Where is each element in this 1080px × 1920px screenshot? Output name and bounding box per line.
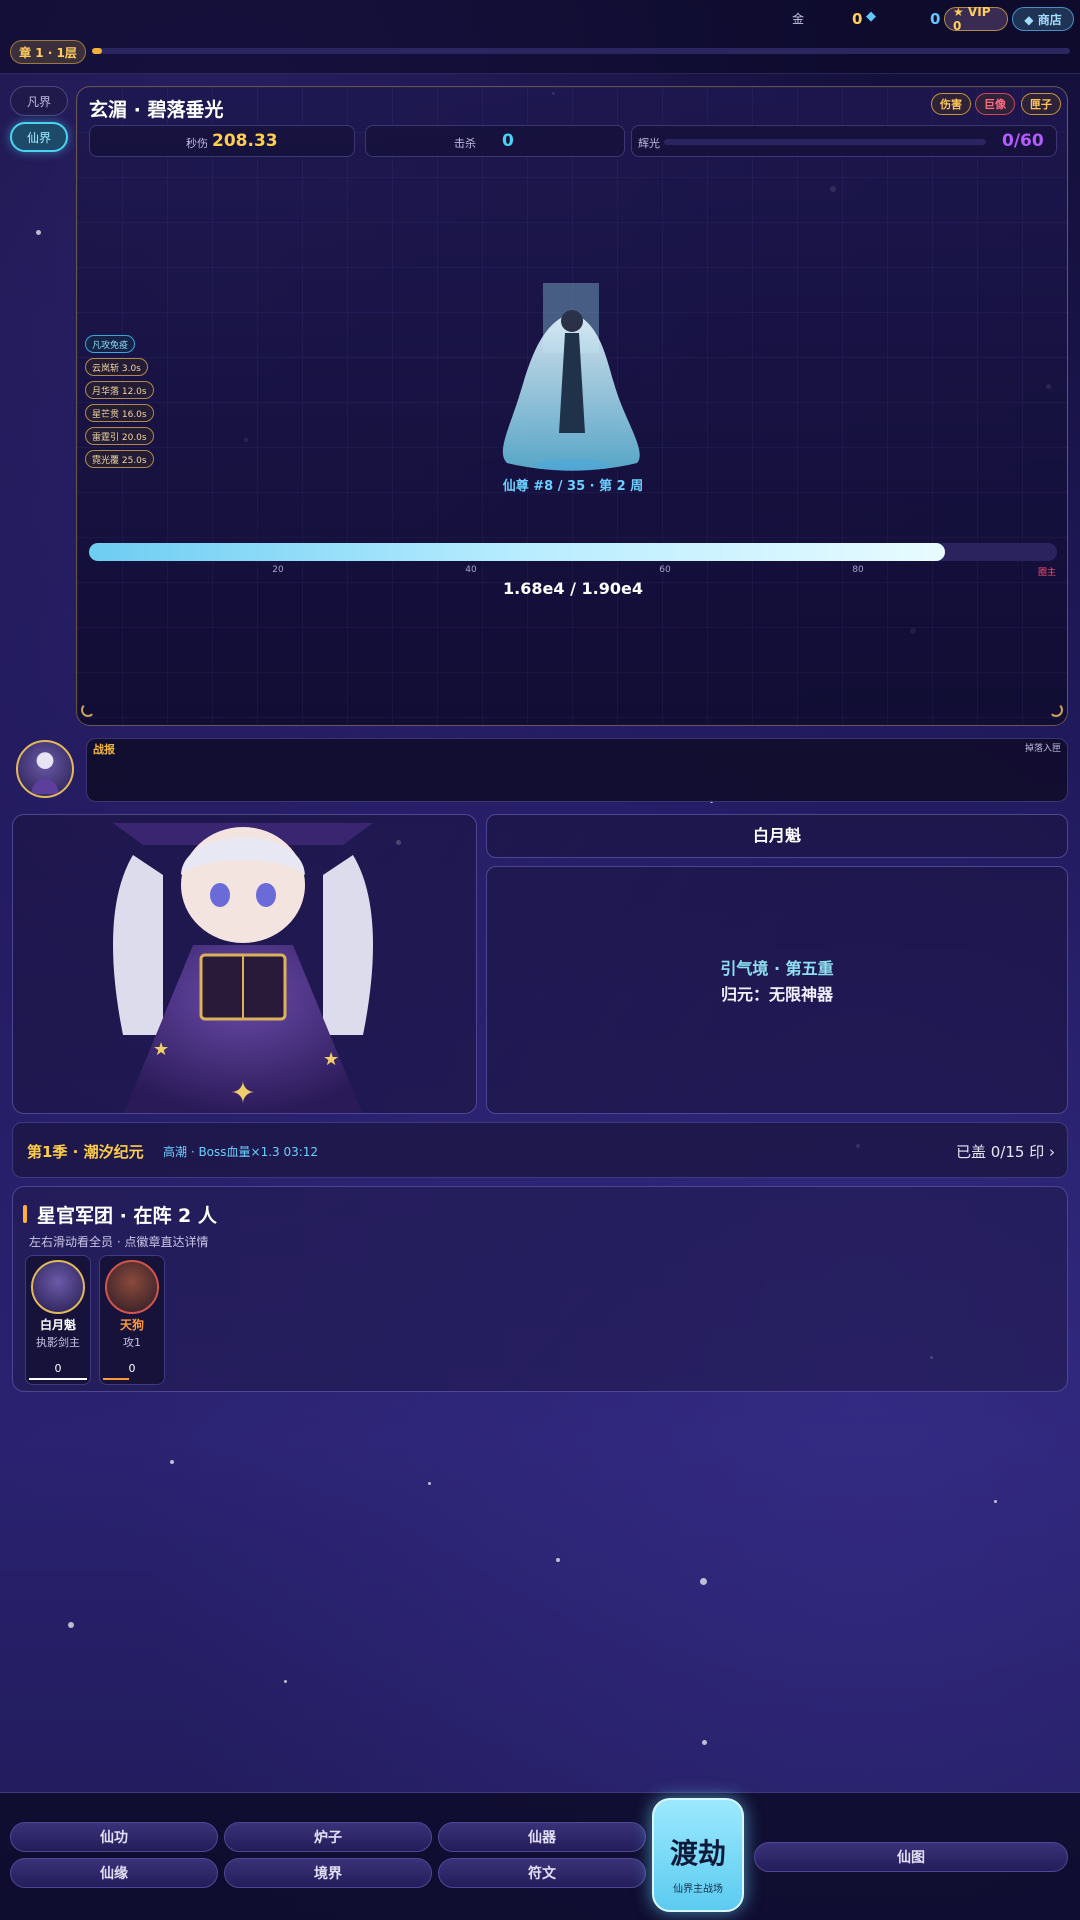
gem-icon: ◆: [866, 9, 876, 24]
tag-giant[interactable]: 巨像: [975, 93, 1015, 115]
boss-hp-fill: [89, 543, 945, 561]
player-avatar[interactable]: [16, 740, 74, 798]
gold-label: 金: [792, 12, 805, 26]
dps-value: 208.33: [212, 131, 278, 151]
member-avatar: [105, 1260, 159, 1314]
chapter-progress-fill: [92, 48, 102, 54]
buff-skill-1: 云岚斩 3.0s: [85, 358, 148, 376]
season-seal-count: 已盖 0/15 印 ›: [956, 1143, 1055, 1161]
member-role: 执影剑主: [36, 1336, 80, 1349]
army-panel[interactable]: 星官军团 · 在阵 2 人 左右滑动看全员 · 点徽章直达详情 白月魁 执影剑主…: [12, 1186, 1068, 1392]
nav-realm-button[interactable]: 境界: [224, 1858, 432, 1888]
season-title: 第1季 · 潮汐纪元: [27, 1143, 144, 1161]
dps-label: 秒伤: [186, 137, 208, 150]
buff-skill-3: 星芒贯 16.0s: [85, 404, 154, 422]
tag-box[interactable]: 匣子: [1021, 93, 1061, 115]
army-member-card[interactable]: 白月魁 执影剑主 0: [25, 1255, 91, 1385]
battle-report-title: 战报: [93, 743, 115, 756]
tag-damage[interactable]: 伤害: [931, 93, 971, 115]
buff-mortal-immune: 凡攻免疫: [85, 335, 136, 353]
glow-label: 辉光: [638, 137, 660, 150]
tribulation-main-button[interactable]: 渡劫 仙界主战场: [652, 1798, 744, 1912]
battle-panel[interactable]: 玄湄 · 碧落垂光 伤害 巨像 匣子 秒伤 208.33 击杀 0 辉光 0/6…: [76, 86, 1068, 726]
character-portrait: ✦ ★ ★: [113, 823, 373, 1113]
kills-label: 击杀: [454, 137, 476, 150]
glow-progress-track: [664, 139, 986, 145]
dps-stat: 秒伤 208.33: [89, 125, 355, 157]
gem-value: 0: [930, 10, 941, 28]
battle-report-panel[interactable]: 战报 掉落入匣: [86, 738, 1068, 802]
hp-tick-80: 80: [852, 565, 864, 575]
svg-text:★: ★: [153, 1039, 169, 1060]
member-role: 攻1: [123, 1336, 141, 1349]
corner-ornament: [81, 703, 95, 717]
boss-hp-text: 1.68e4 / 1.90e4: [503, 579, 643, 598]
army-member-card[interactable]: 天狗 攻1 0: [99, 1255, 165, 1385]
kills-stat: 击杀 0: [365, 125, 625, 157]
hp-tick-60: 60: [659, 565, 671, 575]
glow-stat: 辉光 0/60: [631, 125, 1057, 157]
corner-ornament: [1049, 703, 1063, 717]
cultivation-realm: 引气境 · 第五重: [720, 959, 834, 978]
vip-button[interactable]: ★ VIP 0: [944, 5, 1008, 33]
boss-hp-track: [89, 543, 1057, 561]
nav-rune-button[interactable]: 符文: [438, 1858, 646, 1888]
buff-skill-5: 霓光覆 25.0s: [85, 450, 154, 468]
army-subtitle: 左右滑动看全员 · 点徽章直达详情: [29, 1235, 209, 1249]
chapter-badge[interactable]: 章 1 · 1层: [10, 40, 86, 64]
member-name: 白月魁: [39, 1318, 76, 1332]
season-subtitle: 高潮 · Boss血量×1.3 03:12: [163, 1145, 319, 1159]
character-info-panel: 引气境 · 第五重 归元：无限神器: [486, 866, 1068, 1114]
gold-value: 0: [852, 10, 863, 28]
drop-to-box-label: 掉落入匣: [1024, 744, 1061, 754]
boss-name: 玄湄 · 碧落垂光: [89, 99, 224, 121]
boss-sprite[interactable]: [487, 283, 657, 473]
tribulation-label: 渡劫: [669, 1837, 726, 1870]
character-origin: 归元：无限神器: [720, 985, 833, 1004]
nav-fate-button[interactable]: 仙缘: [10, 1858, 218, 1888]
member-progress-line: [29, 1378, 87, 1380]
nav-skill-button[interactable]: 仙功: [10, 1822, 218, 1852]
nav-artifact-button[interactable]: 仙器: [438, 1822, 646, 1852]
member-value: 0: [128, 1362, 136, 1375]
chapter-progress-track: [92, 48, 1070, 54]
tab-mortal-realm[interactable]: 凡界: [10, 86, 68, 116]
member-value: 0: [54, 1362, 62, 1375]
svg-text:✦: ✦: [230, 1076, 255, 1111]
buff-skill-4: 雷霆引 20.0s: [85, 427, 154, 445]
nav-map-button[interactable]: 仙图: [754, 1842, 1068, 1872]
kills-value: 0: [502, 131, 514, 151]
hp-tick-40: 40: [465, 565, 477, 575]
boss-rank-info: 仙尊 #8 / 35 · 第 2 周: [502, 479, 644, 494]
army-title-accent: [23, 1205, 27, 1223]
nav-furnace-button[interactable]: 炉子: [224, 1822, 432, 1852]
member-avatar: [31, 1260, 85, 1314]
tribulation-sublabel: 仙界主战场: [673, 1884, 723, 1895]
hp-tick-20: 20: [272, 565, 284, 575]
buff-skill-2: 月华落 12.0s: [85, 381, 154, 399]
svg-text:★: ★: [323, 1049, 339, 1070]
hp-tick-boss: 圈主: [1037, 568, 1057, 578]
season-banner[interactable]: 第1季 · 潮汐纪元 高潮 · Boss血量×1.3 03:12 已盖 0/15…: [12, 1122, 1068, 1178]
tab-immortal-realm[interactable]: 仙界: [10, 122, 68, 152]
glow-value: 0/60: [1002, 131, 1044, 151]
member-progress-line: [103, 1378, 129, 1380]
shop-button[interactable]: ◆ 商店: [1012, 7, 1074, 31]
member-name: 天狗: [119, 1318, 144, 1332]
army-title: 星官军团 · 在阵 2 人: [37, 1205, 217, 1227]
top-bar: 金 0 ◆ 0 ★ VIP 0 ◆ 商店 章 1 · 1层: [0, 0, 1080, 74]
character-name: 白月魁: [486, 814, 1068, 858]
character-portrait-panel[interactable]: ✦ ★ ★: [12, 814, 477, 1114]
